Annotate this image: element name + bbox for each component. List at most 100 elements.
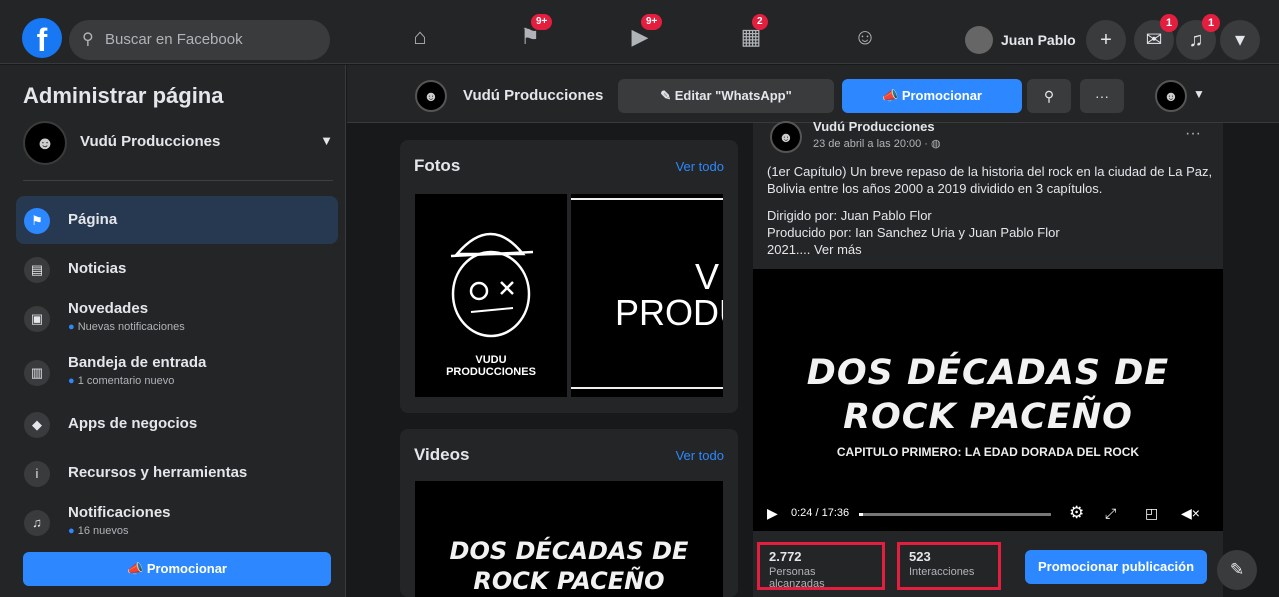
sidebar-item-apps[interactable]: ◆ Apps de negocios [16,400,338,448]
video-title-line2: ROCK PACEÑO [843,397,1133,437]
page-avatar[interactable]: ☻ [770,121,802,153]
notification-badge: 2 [752,14,768,30]
frame-line [571,198,723,200]
inbox-icon: ▥ [24,360,50,386]
video-thumb-title-line1: DOS DÉCADAS DE [449,537,689,565]
video-icon[interactable]: ▶ 9+ [625,14,663,52]
play-icon[interactable]: ▶ [767,505,778,522]
photos-see-all-link[interactable]: Ver todo [676,159,724,174]
mute-icon[interactable]: ◀× [1181,505,1200,522]
post-card: ☻ Vudú Producciones 23 de abril a las 20… [753,119,1223,597]
notification-badge: 9+ [641,14,663,30]
promote-label: Promocionar [146,561,227,576]
flag-icon[interactable]: ⚑ 9+ [515,14,553,52]
interactions-stat[interactable]: 523 Interacciones [897,542,1001,590]
sidebar-item-label: Recursos y herramientas [68,464,248,481]
marketplace-icon[interactable]: ▦ 2 [736,14,768,52]
divider [23,180,333,181]
sidebar-item-label: Notificaciones [68,504,171,521]
info-icon: i [24,461,50,487]
search-icon: ⚲ [1043,88,1055,104]
account-menu-chevron-icon[interactable]: ▾ [1220,20,1260,60]
manage-page-sidebar: Administrar página ☻ Vudú Producciones ▼… [0,65,346,597]
edit-label: Editar "WhatsApp" [674,88,792,103]
page-avatar-switcher[interactable]: ☻ [1155,80,1187,112]
video-progress-bar[interactable] [859,513,1051,516]
search-icon: ⚲ [82,31,94,48]
sidebar-item-label: Noticias [68,260,127,277]
more-options-button[interactable]: ··· [1080,79,1124,113]
video-thumb-title-line2: ROCK PACEÑO [473,567,665,595]
sidebar-item-label: Página [68,211,118,228]
page-action-bar: ☻ Vudú Producciones ✎ Editar "WhatsApp" … [347,65,1279,123]
compose-icon[interactable]: ✎ [1217,550,1257,590]
videos-card: Videos Ver todo DOS DÉCADAS DE ROCK PACE… [400,429,738,597]
interactions-label: Interacciones [909,566,975,578]
notifications-badge: 1 [1202,14,1220,32]
promote-label: Promocionar [901,88,982,103]
photos-card: Fotos Ver todo VUDU PRODUCCIONES V PRODU [400,140,738,413]
search-button[interactable]: ⚲ [1027,79,1071,113]
video-subtitle: CAPITULO PRIMERO: LA EDAD DORADA DEL ROC… [836,445,1140,459]
sidebar-item-pagina[interactable]: ⚑ Página [16,196,338,244]
profile-button[interactable]: Juan Pablo [965,22,1076,58]
updates-icon: ▣ [24,306,50,332]
promote-button[interactable]: 📣 Promocionar [842,79,1022,113]
video-title-line1: DOS DÉCADAS DE [806,353,1170,393]
gear-icon[interactable]: ⚙ [1069,503,1084,523]
fullscreen-icon[interactable]: ⤢ [1105,505,1116,522]
page-avatar: ☻ [415,80,447,112]
groups-icon[interactable]: ☺ [850,22,880,52]
create-button[interactable]: + [1086,20,1126,60]
megaphone-icon: 📣 [127,561,147,576]
videos-see-all-link[interactable]: Ver todo [676,448,724,463]
search-placeholder: Buscar en Facebook [105,31,243,48]
photo-text: PRODU [615,292,723,333]
video-progress-fill [859,513,864,516]
post-text-line: Producido por: Ian Sanchez Uria y Juan P… [767,225,1060,240]
messenger-icon[interactable]: ✉ 1 [1134,14,1178,60]
home-icon[interactable]: ⌂ [405,22,435,52]
sidebar-item-noticias[interactable]: ▤ Noticias [16,245,338,293]
caret-down-icon[interactable]: ▼ [1193,87,1205,101]
post-date[interactable]: 23 de abril a las 20:00 · ◍ [813,137,941,150]
interactions-value: 523 [909,549,931,564]
search-input[interactable]: ⚲ Buscar en Facebook [69,20,330,60]
video-player[interactable]: DOS DÉCADAS DE ROCK PACEÑO CAPITULO PRIM… [753,269,1223,531]
post-options-button[interactable]: ··· [1185,125,1201,143]
sidebar-item-recursos[interactable]: i Recursos y herramientas [16,449,338,497]
sidebar-item-label: Bandeja de entrada [68,354,207,371]
promote-button[interactable]: 📣 Promocionar [23,552,331,586]
photo-thumbnail[interactable]: VUDU PRODUCCIONES [415,194,567,397]
avatar [965,26,993,54]
post-text-paragraph: (1er Capítulo) Un breve repaso de la his… [767,164,1213,196]
caret-down-icon: ▼ [320,133,333,148]
sidebar-item-bandeja[interactable]: ▥ Bandeja de entrada ● 1 comentario nuev… [16,348,338,396]
edit-whatsapp-button[interactable]: ✎ Editar "WhatsApp" [618,79,834,113]
miniplayer-icon[interactable]: ◰ [1145,505,1158,522]
reach-stat[interactable]: 2.772 Personas alcanzadas [757,542,885,590]
page-selector[interactable]: ☻ Vudú Producciones ▼ [23,121,333,171]
videos-title: Videos [414,445,470,464]
megaphone-icon: 📣 [882,88,902,103]
post-author[interactable]: Vudú Producciones [813,119,935,134]
pencil-icon: ✎ [660,88,675,103]
sidebar-item-label: Apps de negocios [68,415,198,432]
frame-line [571,387,723,389]
promote-post-button[interactable]: Promocionar publicación [1025,550,1207,584]
sidebar-item-sublabel: ● Nuevas notificaciones [68,321,185,333]
sidebar-item-notificaciones[interactable]: ♫ Notificaciones ● 16 nuevos [16,498,338,546]
news-feed-icon: ▤ [24,257,50,283]
cube-icon: ◆ [24,412,50,438]
messenger-badge: 1 [1160,14,1178,32]
globe-icon: ◍ [931,138,941,150]
photo-thumbnail[interactable]: V PRODU [571,194,723,397]
video-thumbnail[interactable]: DOS DÉCADAS DE ROCK PACEÑO [415,481,723,597]
sidebar-item-sublabel: ● 1 comentario nuevo [68,375,175,387]
post-text-line: Dirigido por: Juan Pablo Flor [767,208,932,223]
post-text-see-more[interactable]: 2021.... Ver más [767,241,1217,258]
sidebar-item-novedades[interactable]: ▣ Novedades ● Nuevas notificaciones [16,294,338,342]
facebook-logo[interactable]: f [22,18,62,58]
bell-icon[interactable]: ♫ 1 [1176,14,1220,60]
page-name[interactable]: Vudú Producciones [463,87,603,104]
